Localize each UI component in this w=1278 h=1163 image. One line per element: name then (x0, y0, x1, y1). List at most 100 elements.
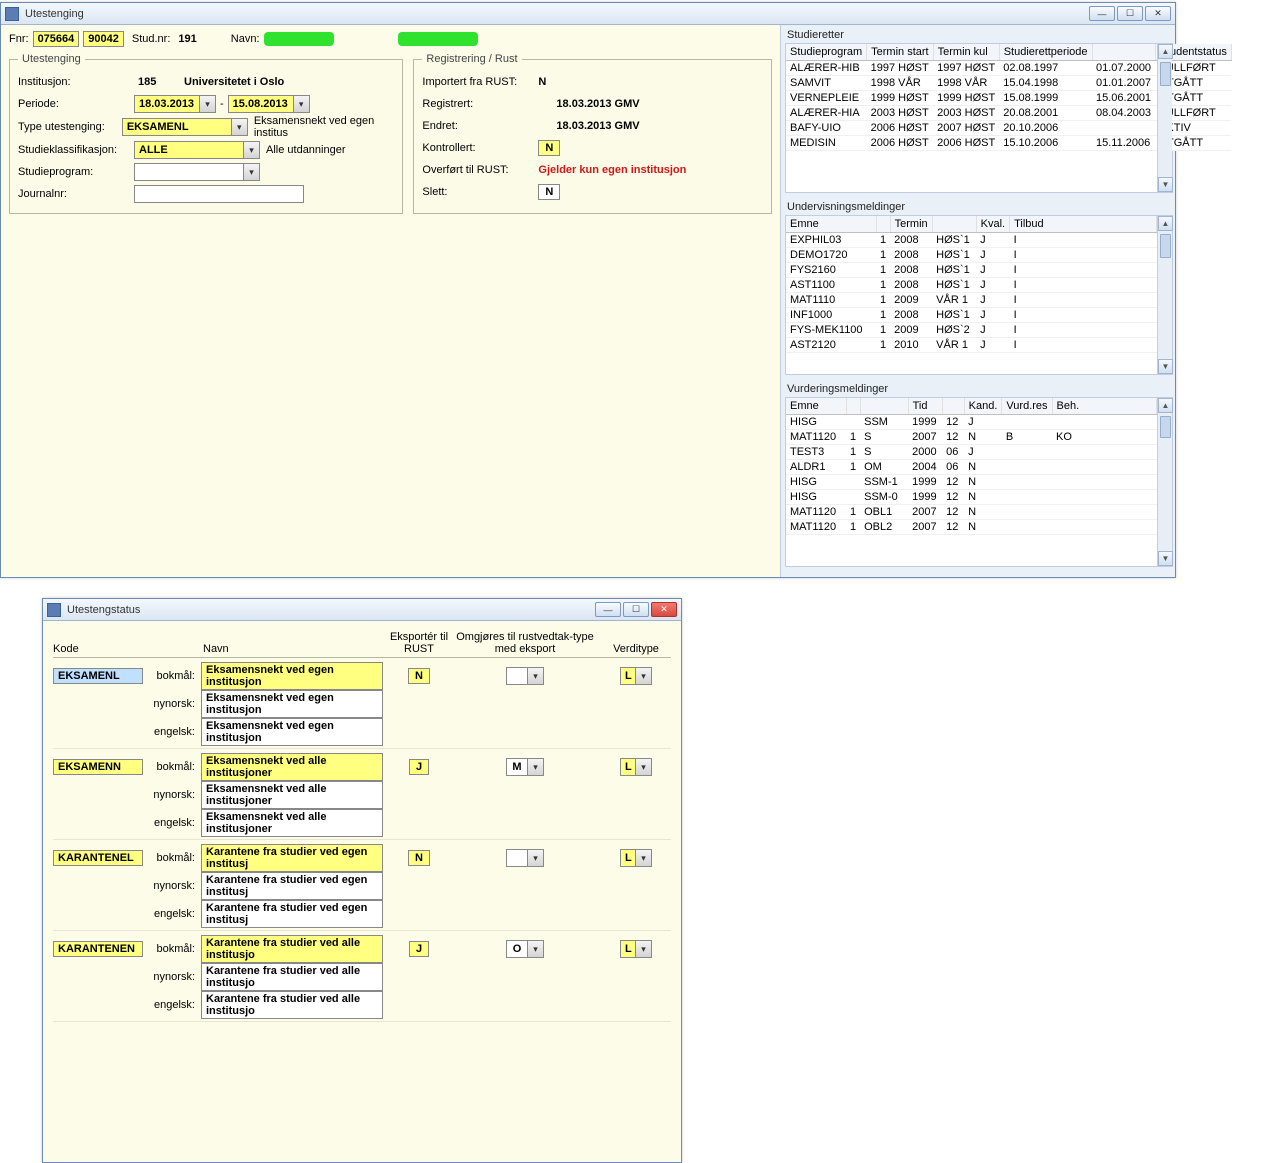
journalnr-input[interactable] (134, 185, 304, 203)
kode-field[interactable]: KARANTENEL (53, 850, 143, 866)
scroll-up-icon[interactable]: ▲ (1158, 44, 1173, 59)
chevron-down-icon[interactable] (527, 850, 543, 866)
periode-fra-dropdown[interactable]: 18.03.2013 (134, 95, 216, 113)
scrollbar[interactable]: ▲ ▼ (1157, 216, 1172, 374)
verditype-dropdown[interactable]: L (620, 849, 652, 867)
table-row[interactable]: FYS-MEK110012009HØS`2JI (786, 323, 1157, 338)
maximize-button[interactable]: ☐ (1117, 6, 1143, 21)
chevron-down-icon[interactable] (527, 941, 543, 957)
verditype-dropdown[interactable]: L (620, 940, 652, 958)
column-header[interactable]: Emne (786, 216, 876, 233)
type-dropdown[interactable]: EKSAMENL (122, 118, 248, 136)
column-header[interactable]: Studierettperiode (999, 44, 1092, 61)
scrollbar[interactable]: ▲ ▼ (1157, 398, 1172, 566)
slett-value[interactable]: N (538, 184, 560, 200)
column-header[interactable] (1092, 44, 1155, 61)
studieprogram-dropdown[interactable] (134, 163, 260, 181)
fnr-field-1[interactable]: 075664 (33, 31, 80, 47)
table-row[interactable]: AST110012008HØS`1JI (786, 278, 1157, 293)
eksport-field[interactable]: J (409, 759, 429, 775)
navn-bokmal-field[interactable]: Eksamensnekt ved alle institusjoner (201, 753, 383, 781)
eksport-field[interactable]: N (408, 850, 430, 866)
fnr-field-2[interactable]: 90042 (83, 31, 124, 47)
navn-nynorsk-field[interactable]: Karantene fra studier ved egen institusj (201, 872, 383, 900)
table-row[interactable]: EXPHIL0312008HØS`1JI (786, 233, 1157, 248)
chevron-down-icon[interactable] (635, 941, 651, 957)
kode-field[interactable]: KARANTENEN (53, 941, 143, 957)
periode-til-dropdown[interactable]: 15.08.2013 (228, 95, 310, 113)
chevron-down-icon[interactable] (635, 759, 651, 775)
minimize-button[interactable]: — (1089, 6, 1115, 21)
column-header[interactable]: Termin start (867, 44, 933, 61)
table-row[interactable]: AST212012010VÅR 1JI (786, 338, 1157, 353)
verditype-dropdown[interactable]: L (620, 758, 652, 776)
table-row[interactable]: HISGSSM199912J (786, 415, 1157, 430)
column-header[interactable] (876, 216, 890, 233)
scrollbar[interactable]: ▲ ▼ (1157, 44, 1172, 192)
maximize-button[interactable]: ☐ (623, 602, 649, 617)
klass-dropdown[interactable]: ALLE (134, 141, 260, 159)
eksport-field[interactable]: N (408, 668, 430, 684)
eksport-field[interactable]: J (409, 941, 429, 957)
column-header[interactable]: Termin (890, 216, 932, 233)
chevron-down-icon[interactable] (635, 668, 651, 684)
column-header[interactable]: Kand. (964, 398, 1002, 415)
navn-engelsk-field[interactable]: Karantene fra studier ved alle institusj… (201, 991, 383, 1019)
table-row[interactable]: MAT111012009VÅR 1JI (786, 293, 1157, 308)
table-row[interactable]: MAT11201OBL2200712N (786, 520, 1157, 535)
table-row[interactable]: INF100012008HØS`1JI (786, 308, 1157, 323)
navn-engelsk-field[interactable]: Karantene fra studier ved egen institusj (201, 900, 383, 928)
navn-bokmal-field[interactable]: Karantene fra studier ved egen institusj (201, 844, 383, 872)
scroll-up-icon[interactable]: ▲ (1158, 216, 1173, 231)
chevron-down-icon[interactable] (527, 668, 543, 684)
chevron-down-icon[interactable] (243, 164, 259, 180)
omg-dropdown[interactable]: O (506, 940, 544, 958)
navn-bokmal-field[interactable]: Karantene fra studier ved alle institusj… (201, 935, 383, 963)
navn-nynorsk-field[interactable]: Eksamensnekt ved egen institusjon (201, 690, 383, 718)
column-header[interactable]: Beh. (1052, 398, 1156, 415)
kode-field[interactable]: EKSAMENN (53, 759, 143, 775)
table-row[interactable]: MAT11201S200712NBKO (786, 430, 1157, 445)
chevron-down-icon[interactable] (199, 96, 215, 112)
titlebar[interactable]: Utestengstatus — ☐ ✕ (43, 599, 681, 621)
scroll-up-icon[interactable]: ▲ (1158, 398, 1173, 413)
navn-engelsk-field[interactable]: Eksamensnekt ved egen institusjon (201, 718, 383, 746)
column-header[interactable] (932, 216, 976, 233)
scroll-thumb[interactable] (1160, 62, 1171, 86)
close-button[interactable]: ✕ (1145, 6, 1171, 21)
omg-dropdown[interactable]: M (506, 758, 544, 776)
navn-engelsk-field[interactable]: Eksamensnekt ved alle institusjoner (201, 809, 383, 837)
column-header[interactable]: Kval. (976, 216, 1009, 233)
chevron-down-icon[interactable] (635, 850, 651, 866)
table-row[interactable]: DEMO172012008HØS`1JI (786, 248, 1157, 263)
minimize-button[interactable]: — (595, 602, 621, 617)
table-row[interactable]: HISGSSM-1199912N (786, 475, 1157, 490)
column-header[interactable]: Termin kul (933, 44, 999, 61)
kontrollert-value[interactable]: N (538, 140, 560, 156)
chevron-down-icon[interactable] (527, 759, 543, 775)
scroll-thumb[interactable] (1160, 416, 1171, 438)
column-header[interactable]: Emne (786, 398, 846, 415)
column-header[interactable] (942, 398, 964, 415)
chevron-down-icon[interactable] (231, 119, 247, 135)
omg-dropdown[interactable] (506, 667, 544, 685)
chevron-down-icon[interactable] (293, 96, 309, 112)
table-row[interactable]: HISGSSM-0199912N (786, 490, 1157, 505)
column-header[interactable]: Studieprogram (786, 44, 867, 61)
column-header[interactable]: Vurd.res (1002, 398, 1052, 415)
column-header[interactable]: Tid (908, 398, 942, 415)
table-row[interactable]: MAT11201OBL1200712N (786, 505, 1157, 520)
close-button[interactable]: ✕ (651, 602, 677, 617)
table-row[interactable]: FYS216012008HØS`1JI (786, 263, 1157, 278)
table-row[interactable]: TEST31S200006J (786, 445, 1157, 460)
table-row[interactable]: ALDR11OM200406N (786, 460, 1157, 475)
scroll-down-icon[interactable]: ▼ (1158, 359, 1173, 374)
column-header[interactable] (860, 398, 908, 415)
column-header[interactable] (846, 398, 860, 415)
chevron-down-icon[interactable] (243, 142, 259, 158)
column-header[interactable]: Tilbud (1010, 216, 1157, 233)
kode-field[interactable]: EKSAMENL (53, 668, 143, 684)
navn-bokmal-field[interactable]: Eksamensnekt ved egen institusjon (201, 662, 383, 690)
scroll-down-icon[interactable]: ▼ (1158, 551, 1173, 566)
navn-nynorsk-field[interactable]: Eksamensnekt ved alle institusjoner (201, 781, 383, 809)
